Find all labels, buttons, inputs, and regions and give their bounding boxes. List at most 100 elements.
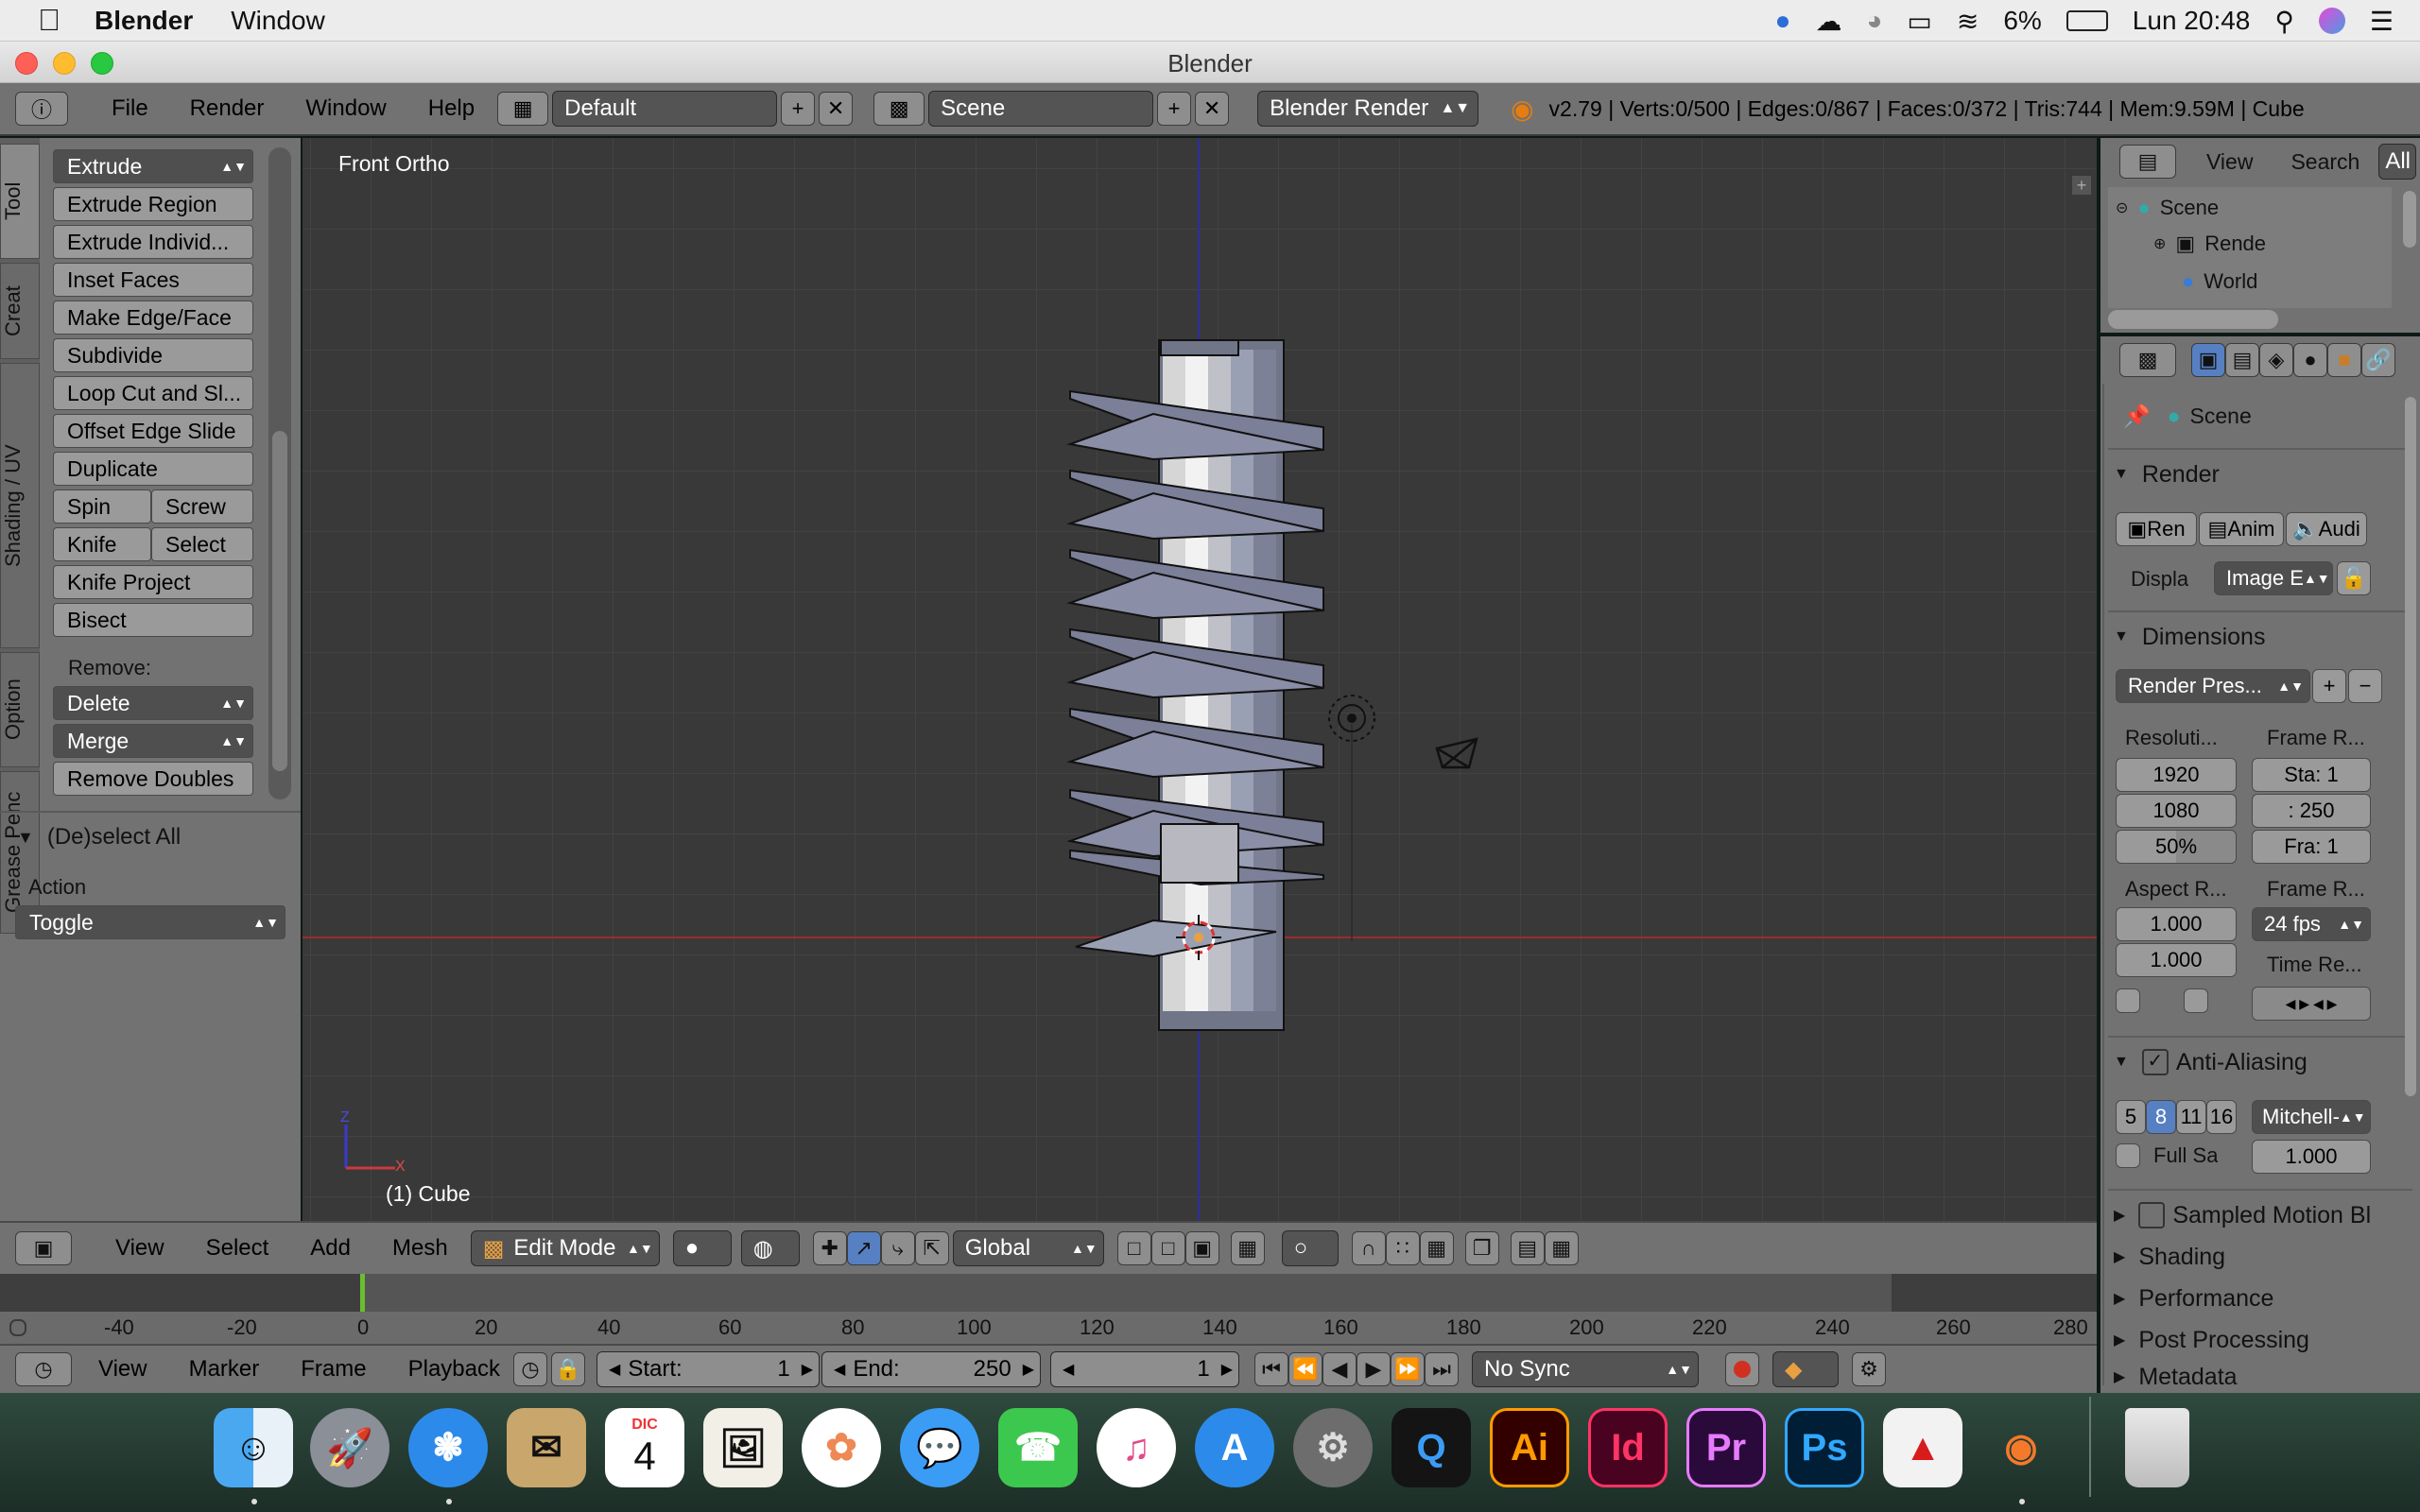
airplay-icon[interactable]: ▭ — [1907, 6, 1931, 37]
system-preferences-icon[interactable]: ⚙ — [1293, 1408, 1373, 1487]
frame-step-field[interactable]: Fra: 1 — [2252, 830, 2371, 864]
trash-icon[interactable] — [2125, 1408, 2189, 1487]
menu-app-name[interactable]: Blender — [95, 6, 193, 36]
play-icon[interactable]: ▶ — [1357, 1352, 1391, 1386]
safari-icon[interactable]: ❃ — [408, 1408, 488, 1487]
frame-start-field[interactable]: Sta: 1 — [2252, 758, 2371, 792]
aspect-x-field[interactable]: 1.000 — [2116, 907, 2237, 941]
render-engine-dropdown[interactable]: Blender Render ▲▼ — [1257, 91, 1479, 127]
prev-keyframe-icon[interactable]: ⏪ — [1288, 1352, 1322, 1386]
tool-shelf-scrollbar[interactable] — [268, 147, 291, 799]
aa-filter-dropdown[interactable]: Mitchell- ▲▼ — [2252, 1100, 2371, 1134]
acrobat-icon[interactable]: ▲ — [1883, 1408, 1962, 1487]
scene-selector-icon[interactable]: ▩ — [873, 92, 925, 126]
world-context-icon[interactable]: ● — [2293, 343, 2327, 377]
editor-type-3d-icon[interactable]: ▣ — [15, 1231, 72, 1265]
delete-dropdown[interactable]: Delete ▲▼ — [53, 686, 253, 720]
display-dropdown[interactable]: Image E ▲▼ — [2214, 561, 2333, 595]
properties-scrollbar[interactable] — [2405, 397, 2416, 1096]
dimensions-panel-header[interactable]: ▼ Dimensions — [2114, 618, 2265, 656]
opengl-anim-icon[interactable]: ▦ — [1544, 1231, 1579, 1265]
launchpad-icon[interactable]: 🚀 — [310, 1408, 389, 1487]
post-processing-panel-header[interactable]: ▶ Post Processing — [2114, 1321, 2309, 1359]
motion-blur-checkbox[interactable] — [2138, 1202, 2166, 1228]
premiere-icon[interactable]: Pr — [1686, 1408, 1766, 1487]
current-frame-indicator[interactable] — [360, 1274, 365, 1312]
spotlight-search-icon[interactable]: ⚲ — [2274, 6, 2294, 37]
full-sample-checkbox[interactable] — [2116, 1143, 2140, 1168]
render-presets-dropdown[interactable]: Render Pres... ▲▼ — [2116, 669, 2310, 703]
anti-aliasing-checkbox[interactable]: ✓ — [2141, 1049, 2169, 1075]
extrude-dropdown[interactable]: Extrude ▲▼ — [53, 149, 253, 183]
rotate-manipulator-icon[interactable]: ⤷ — [880, 1231, 915, 1265]
timeline-menu-frame[interactable]: Frame — [301, 1356, 366, 1383]
editor-type-timeline-icon[interactable]: ◷ — [15, 1352, 72, 1386]
mode-dropdown[interactable]: ▩ Edit Mode ▲▼ — [470, 1230, 660, 1266]
face-select-icon[interactable]: ▣ — [1184, 1231, 1219, 1265]
remove-preset-icon[interactable]: − — [2348, 669, 2382, 703]
outliner-item[interactable]: ⊕ ▣ Rende — [2153, 227, 2266, 261]
vertex-select-icon[interactable]: □ — [1116, 1231, 1151, 1265]
limit-selection-icon[interactable]: ▦ — [1230, 1231, 1265, 1265]
timeline-menu-playback[interactable]: Playback — [408, 1356, 500, 1383]
scene-context-icon[interactable]: ◈ — [2259, 343, 2293, 377]
keying-icon[interactable]: ⚙ — [1852, 1352, 1886, 1386]
copy-paste-icon[interactable]: ❐ — [1464, 1231, 1499, 1265]
metadata-panel-header[interactable]: ▶ Metadata — [2114, 1361, 2238, 1393]
timeline[interactable]: -40 -20 0 20 40 60 80 100 120 140 160 18… — [0, 1274, 2097, 1344]
lock-interface-icon[interactable]: 🔓 — [2337, 561, 2371, 595]
time-remap-fields[interactable]: ◀ ▶ ◀ ▶ — [2252, 987, 2371, 1021]
play-reverse-icon[interactable]: ◀ — [1322, 1352, 1357, 1386]
filter-size-field[interactable]: 1.000 — [2252, 1140, 2371, 1174]
knife-select-button[interactable]: Select — [151, 527, 253, 561]
outliner-h-scrollbar[interactable] — [2108, 310, 2278, 329]
opengl-render-icon[interactable]: ▤ — [1510, 1231, 1545, 1265]
editor-type-properties-icon[interactable]: ▩ — [2119, 343, 2176, 377]
snap-element-icon[interactable]: ∷ — [1385, 1231, 1420, 1265]
make-edge-face-button[interactable]: Make Edge/Face — [53, 301, 253, 335]
preview-icon[interactable]: 🖼 — [703, 1408, 783, 1487]
tab-shading-uv[interactable]: Shading / UV — [0, 363, 40, 648]
outliner-view-menu[interactable]: View — [2206, 149, 2253, 175]
transform-orientation-dropdown[interactable]: Global ▲▼ — [952, 1230, 1104, 1266]
menu-add[interactable]: Add — [310, 1235, 351, 1262]
menu-render[interactable]: Render — [190, 95, 265, 122]
scene-field[interactable]: Scene — [928, 91, 1154, 127]
inset-faces-button[interactable]: Inset Faces — [53, 263, 253, 297]
messages-icon[interactable]: 💬 — [900, 1408, 979, 1487]
menu-view[interactable]: View — [115, 1235, 164, 1262]
frame-end-field[interactable]: : 250 — [2252, 794, 2371, 828]
screw-button[interactable]: Screw — [151, 490, 253, 524]
battery-icon[interactable] — [2066, 10, 2108, 31]
aa-samples-5[interactable]: 5 — [2116, 1100, 2146, 1134]
photos-icon[interactable]: ✿ — [802, 1408, 881, 1487]
shading-panel-header[interactable]: ▶ Shading — [2114, 1238, 2225, 1276]
render-button[interactable]: ▣ Ren — [2116, 512, 2197, 546]
apple-icon[interactable]:  — [38, 3, 60, 38]
resolution-x-field[interactable]: 1920 — [2116, 758, 2237, 792]
audio-button[interactable]: 🔈 Audi — [2286, 512, 2367, 546]
tab-options[interactable]: Option — [0, 652, 40, 767]
remove-layout-icon[interactable]: ✕ — [819, 92, 854, 126]
pivot-point-dropdown[interactable]: ◍ — [740, 1230, 800, 1266]
info-editor-type-icon[interactable]: ⓘ — [15, 92, 68, 126]
animation-button[interactable]: ▤ Anim — [2199, 512, 2284, 546]
spin-button[interactable]: Spin — [53, 490, 151, 524]
anti-aliasing-panel-header[interactable]: ▼ ✓ Anti-Aliasing — [2114, 1043, 2308, 1081]
render-context-icon[interactable]: ▣ — [2191, 343, 2225, 377]
resolution-y-field[interactable]: 1080 — [2116, 794, 2237, 828]
extrude-individual-button[interactable]: Extrude Individ... — [53, 225, 253, 259]
object-context-icon[interactable]: ■ — [2327, 343, 2361, 377]
spinner-icon[interactable]: ◕ — [1866, 6, 1882, 36]
itunes-icon[interactable]: ♫ — [1097, 1408, 1176, 1487]
next-keyframe-icon[interactable]: ⏩ — [1391, 1352, 1425, 1386]
facetime-icon[interactable]: ☎ — [998, 1408, 1078, 1487]
app-store-icon[interactable]: A — [1195, 1408, 1274, 1487]
timeline-ruler[interactable]: -40 -20 0 20 40 60 80 100 120 140 160 18… — [0, 1312, 2097, 1344]
viewport-shading-dropdown[interactable]: ● — [672, 1230, 732, 1266]
sync-mode-dropdown[interactable]: No Sync ▲▼ — [1472, 1351, 1699, 1387]
border-checkbox[interactable] — [2116, 988, 2140, 1013]
screen-layout-icon[interactable]: ▦ — [497, 92, 549, 126]
constraints-context-icon[interactable]: 🔗 — [2361, 343, 2395, 377]
wifi-icon[interactable]: ≋ — [1957, 6, 1979, 37]
